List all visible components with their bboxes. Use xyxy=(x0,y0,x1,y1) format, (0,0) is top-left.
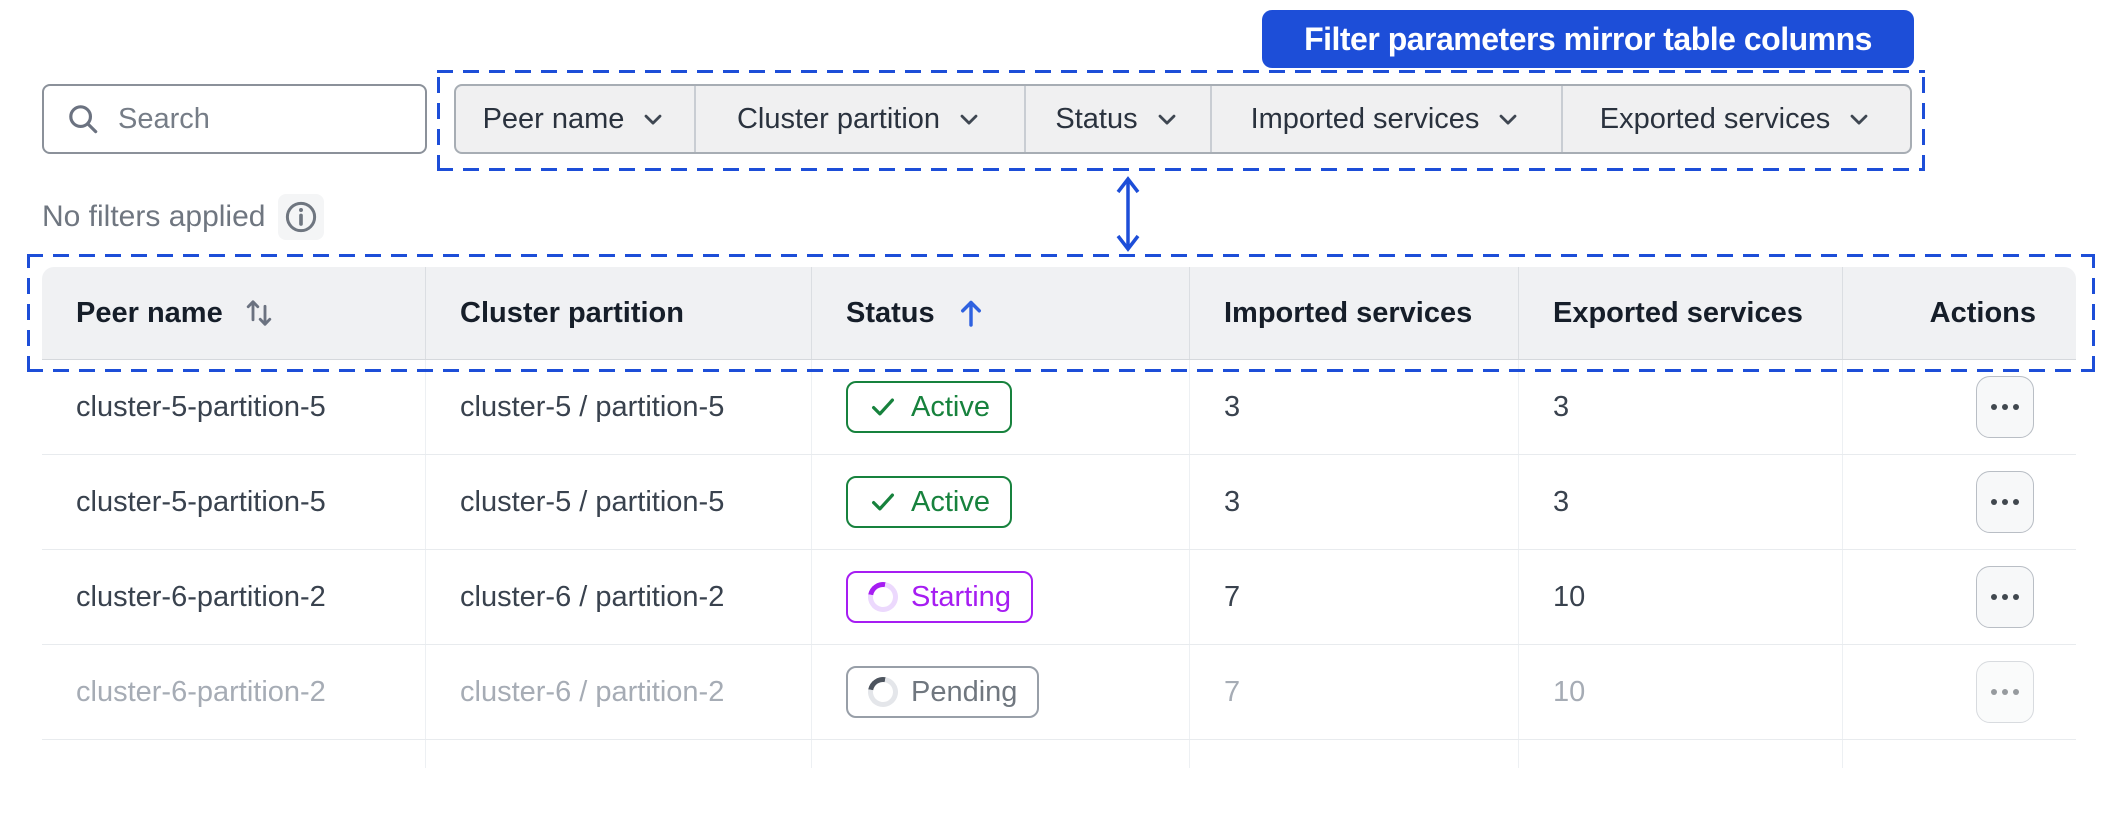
cell-imported-services: 7 xyxy=(1190,550,1519,644)
status-badge: Starting xyxy=(846,571,1033,623)
table-header: Peer name Cluster partition Status Impor… xyxy=(42,267,2076,360)
chevron-down-icon xyxy=(1500,114,1517,125)
column-label: Status xyxy=(846,296,935,329)
cell-imported-services: 3 xyxy=(1190,360,1519,454)
cell-actions xyxy=(1843,550,2076,644)
status-badge: Pending xyxy=(846,666,1040,718)
filter-chip-label: Exported services xyxy=(1599,102,1831,135)
check-icon xyxy=(872,493,894,511)
column-header-actions: Actions xyxy=(1843,267,2076,359)
column-label: Imported services xyxy=(1224,296,1473,329)
status-label: Pending xyxy=(911,675,1018,708)
cell-imported-services: 3 xyxy=(1190,455,1519,549)
cell-cluster-partition: cluster-6 / partition-2 xyxy=(426,550,812,644)
filter-bar: Peer name Cluster partition Status Impor… xyxy=(454,84,1912,154)
cell-peer-name: cluster-5-partition-5 xyxy=(42,455,426,549)
cell-status: Starting xyxy=(812,550,1190,644)
cell-actions xyxy=(1843,360,2076,454)
column-header-imported-services[interactable]: Imported services xyxy=(1190,267,1519,359)
filter-chip-peer-name[interactable]: Peer name xyxy=(456,86,694,152)
spinner-icon xyxy=(862,576,904,618)
chevron-down-icon xyxy=(960,114,978,125)
filter-chip-cluster-partition[interactable]: Cluster partition xyxy=(694,86,1024,152)
cell-empty xyxy=(42,740,426,768)
annotation-arrow-icon xyxy=(1116,176,1140,252)
table-row: cluster-6-partition-2 cluster-6 / partit… xyxy=(42,550,2076,645)
status-badge: Active xyxy=(846,476,1012,528)
cell-empty xyxy=(1843,740,2076,768)
column-header-exported-services[interactable]: Exported services xyxy=(1519,267,1843,359)
spinner-icon xyxy=(862,671,904,713)
chevron-down-icon xyxy=(1850,114,1868,125)
filter-chip-exported-services[interactable]: Exported services xyxy=(1561,86,1910,152)
cell-exported-services: 10 xyxy=(1519,645,1843,739)
row-actions-button[interactable] xyxy=(1976,471,2034,533)
column-label: Peer name xyxy=(76,296,223,329)
status-badge: Active xyxy=(846,381,1012,433)
peers-table: Peer name Cluster partition Status Impor… xyxy=(42,267,2076,768)
chevron-down-icon xyxy=(645,114,662,125)
sort-icon xyxy=(246,300,271,326)
row-actions-button[interactable] xyxy=(1976,566,2034,628)
cell-status: Active xyxy=(812,455,1190,549)
cell-peer-name: cluster-6-partition-2 xyxy=(42,550,426,644)
filters-status-text: No filters applied xyxy=(42,200,266,233)
chevron-down-icon xyxy=(1158,114,1176,125)
status-label: Starting xyxy=(911,580,1011,613)
page: Filter parameters mirror table columns P… xyxy=(0,0,2118,816)
sort-asc-icon xyxy=(960,300,981,327)
cell-exported-services: 3 xyxy=(1519,360,1843,454)
filter-chip-imported-services[interactable]: Imported services xyxy=(1210,86,1561,152)
table-row: cluster-5-partition-5 cluster-5 / partit… xyxy=(42,455,2076,550)
cell-peer-name: cluster-5-partition-5 xyxy=(42,360,426,454)
column-header-status[interactable]: Status xyxy=(812,267,1190,359)
filter-chip-status[interactable]: Status xyxy=(1024,86,1210,152)
info-icon[interactable] xyxy=(278,194,325,240)
cell-cluster-partition: cluster-5 / partition-5 xyxy=(426,455,812,549)
status-label: Active xyxy=(911,485,990,518)
filter-chip-label: Imported services xyxy=(1250,102,1480,135)
filter-chip-label: Cluster partition xyxy=(736,102,941,135)
column-label: Actions xyxy=(1929,296,2036,329)
search-input[interactable] xyxy=(118,102,405,136)
filter-chip-label: Peer name xyxy=(482,102,625,135)
cell-empty xyxy=(812,740,1190,768)
cell-empty xyxy=(1190,740,1519,768)
column-header-peer-name[interactable]: Peer name xyxy=(42,267,426,359)
column-label: Exported services xyxy=(1553,296,1803,329)
cell-status: Pending xyxy=(812,645,1190,739)
cell-exported-services: 10 xyxy=(1519,550,1843,644)
cell-cluster-partition: cluster-6 / partition-2 xyxy=(426,645,812,739)
status-label: Active xyxy=(911,390,990,423)
table-row: cluster-6-partition-2 cluster-6 / partit… xyxy=(42,645,2076,740)
cell-cluster-partition: cluster-5 / partition-5 xyxy=(426,360,812,454)
column-header-cluster-partition[interactable]: Cluster partition xyxy=(426,267,812,359)
search-box xyxy=(42,84,427,154)
search-icon xyxy=(69,105,98,134)
cell-actions xyxy=(1843,455,2076,549)
row-actions-button[interactable] xyxy=(1976,661,2034,723)
filter-chip-label: Status xyxy=(1055,102,1138,135)
cell-imported-services: 7 xyxy=(1190,645,1519,739)
cell-actions xyxy=(1843,645,2076,739)
filters-status: No filters applied xyxy=(42,194,325,240)
check-icon xyxy=(872,398,894,416)
table-row-clipped xyxy=(42,740,2076,768)
annotation-banner: Filter parameters mirror table columns xyxy=(1262,10,1914,68)
row-actions-button[interactable] xyxy=(1976,376,2034,438)
table-row: cluster-5-partition-5 cluster-5 / partit… xyxy=(42,360,2076,455)
cell-peer-name: cluster-6-partition-2 xyxy=(42,645,426,739)
cell-status: Active xyxy=(812,360,1190,454)
cell-empty xyxy=(1519,740,1843,768)
cell-exported-services: 3 xyxy=(1519,455,1843,549)
cell-empty xyxy=(426,740,812,768)
column-label: Cluster partition xyxy=(460,296,684,329)
